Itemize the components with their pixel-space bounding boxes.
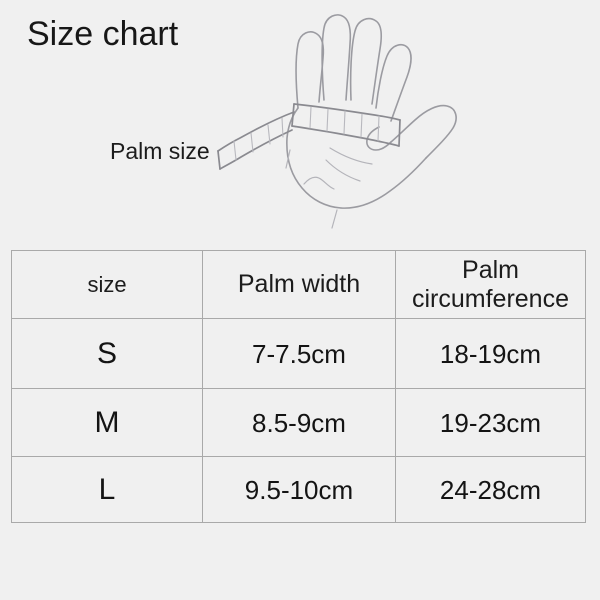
cell-size: M: [11, 388, 203, 457]
cell-palm-circumference: 19-23cm: [395, 388, 586, 457]
table-header-row: size Palm width Palm circumference: [11, 250, 586, 319]
cell-palm-circumference: 24-28cm: [395, 456, 586, 523]
table-row: M 8.5-9cm 19-23cm: [11, 388, 586, 457]
cell-palm-width: 7-7.5cm: [202, 318, 396, 389]
palm-size-callout-label: Palm size: [110, 138, 210, 164]
hand-palm-measuring-tape-illustration: [210, 0, 480, 245]
cell-palm-width: 9.5-10cm: [202, 456, 396, 523]
cell-size: S: [11, 318, 203, 389]
column-header-palm-width: Palm width: [202, 250, 396, 319]
size-chart-table: size Palm width Palm circumference S 7-7…: [11, 250, 586, 523]
column-header-size: size: [11, 250, 203, 319]
cell-palm-circumference: 18-19cm: [395, 318, 586, 389]
cell-size: L: [11, 456, 203, 523]
page-title: Size chart: [27, 15, 179, 53]
cell-palm-width: 8.5-9cm: [202, 388, 396, 457]
column-header-palm-circumference: Palm circumference: [395, 250, 586, 319]
table-row: L 9.5-10cm 24-28cm: [11, 456, 586, 523]
table-row: S 7-7.5cm 18-19cm: [11, 318, 586, 389]
